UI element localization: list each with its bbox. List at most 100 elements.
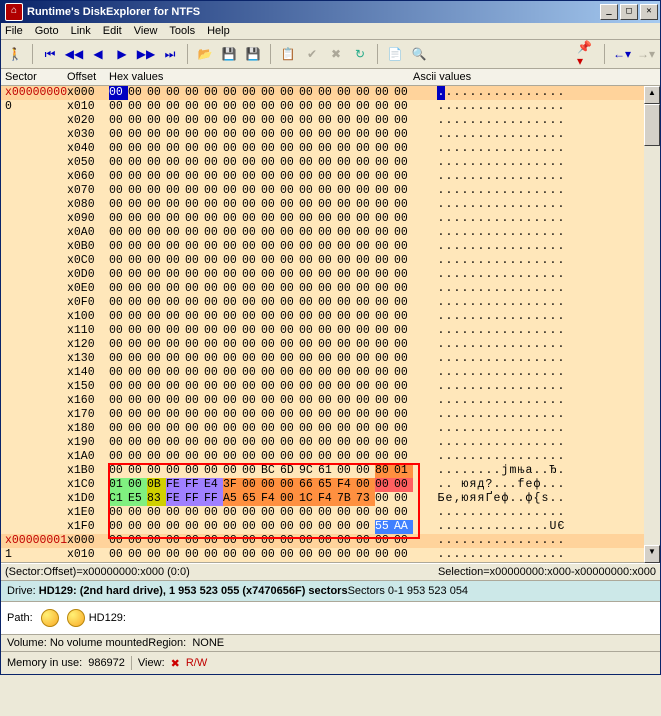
ascii-char[interactable]: .	[469, 128, 477, 142]
ascii-char[interactable]: .	[533, 156, 541, 170]
hex-byte[interactable]: 00	[185, 254, 204, 268]
ascii-bytes[interactable]: ................	[413, 184, 660, 198]
ascii-char[interactable]: .	[445, 366, 453, 380]
hex-byte[interactable]: 00	[318, 170, 337, 184]
ascii-char[interactable]: .	[437, 506, 445, 520]
ascii-char[interactable]: .	[541, 296, 549, 310]
ascii-char[interactable]: .	[533, 464, 541, 478]
ascii-char[interactable]: .	[533, 128, 541, 142]
hex-byte[interactable]: 00	[337, 338, 356, 352]
ascii-char[interactable]: .	[501, 142, 509, 156]
hex-byte[interactable]: 65	[242, 492, 261, 506]
ascii-char[interactable]: .	[445, 156, 453, 170]
hex-byte[interactable]: 00	[299, 436, 318, 450]
hex-byte[interactable]: 00	[204, 268, 223, 282]
vertical-scrollbar[interactable]: ▲ ▼	[644, 86, 660, 563]
ascii-char[interactable]: .	[437, 310, 445, 324]
ascii-bytes[interactable]: ................	[413, 506, 660, 520]
hex-byte[interactable]: 00	[185, 506, 204, 520]
ascii-bytes[interactable]: ................	[413, 170, 660, 184]
hex-byte[interactable]: 00	[204, 254, 223, 268]
hex-byte[interactable]: 00	[356, 282, 375, 296]
hex-byte[interactable]: 00	[356, 212, 375, 226]
ascii-char[interactable]: .	[453, 324, 461, 338]
hex-byte[interactable]: 00	[375, 86, 394, 100]
hex-byte[interactable]: 00	[394, 170, 413, 184]
hex-byte[interactable]: 00	[299, 394, 318, 408]
ascii-char[interactable]: .	[517, 422, 525, 436]
hex-byte[interactable]: 00	[109, 338, 128, 352]
hex-byte[interactable]: 00	[242, 100, 261, 114]
ascii-char[interactable]: .	[509, 198, 517, 212]
ascii-char[interactable]: .	[437, 240, 445, 254]
hex-byte[interactable]: 00	[337, 394, 356, 408]
hex-row[interactable]: x0D000000000000000000000000000000000....…	[1, 268, 660, 282]
ascii-char[interactable]: .	[509, 478, 517, 492]
ascii-char[interactable]: .	[517, 534, 525, 548]
hex-byte[interactable]: 00	[204, 464, 223, 478]
ascii-char[interactable]: .	[525, 394, 533, 408]
ascii-char[interactable]: .	[469, 142, 477, 156]
hex-byte[interactable]: 00	[318, 394, 337, 408]
hex-byte[interactable]: 00	[166, 366, 185, 380]
ascii-char[interactable]: д	[477, 478, 485, 492]
hex-byte[interactable]: 00	[109, 226, 128, 240]
tool-fwd-icon[interactable]: ▶	[112, 44, 132, 64]
ascii-char[interactable]: .	[509, 310, 517, 324]
ascii-char[interactable]: .	[445, 212, 453, 226]
ascii-char[interactable]: .	[501, 170, 509, 184]
ascii-char[interactable]: .	[445, 352, 453, 366]
ascii-char[interactable]: .	[541, 324, 549, 338]
ascii-char[interactable]: .	[509, 142, 517, 156]
hex-byte[interactable]: 00	[261, 324, 280, 338]
ascii-char[interactable]: .	[501, 366, 509, 380]
ascii-char[interactable]: .	[525, 212, 533, 226]
ascii-char[interactable]: .	[461, 450, 469, 464]
hex-byte[interactable]: AA	[394, 520, 413, 534]
ascii-char[interactable]: .	[485, 100, 493, 114]
ascii-char[interactable]: .	[437, 128, 445, 142]
hex-byte[interactable]: 00	[128, 198, 147, 212]
hex-byte[interactable]: 00	[394, 128, 413, 142]
hex-byte[interactable]: 00	[185, 268, 204, 282]
ascii-char[interactable]: Б	[437, 492, 445, 506]
hex-byte[interactable]: 00	[147, 324, 166, 338]
hex-row[interactable]: x07000000000000000000000000000000000....…	[1, 184, 660, 198]
ascii-char[interactable]: .	[525, 156, 533, 170]
ascii-char[interactable]: m	[509, 464, 517, 478]
ascii-char[interactable]: .	[445, 296, 453, 310]
hex-row[interactable]: x02000000000000000000000000000000000....…	[1, 114, 660, 128]
hex-byte[interactable]: 00	[185, 86, 204, 100]
ascii-bytes[interactable]: ................	[413, 366, 660, 380]
tool-refresh-icon[interactable]: ↻	[350, 44, 370, 64]
hex-byte[interactable]: 00	[128, 422, 147, 436]
ascii-char[interactable]: .	[541, 506, 549, 520]
ascii-char[interactable]: .	[445, 184, 453, 198]
hex-byte[interactable]: 00	[375, 548, 394, 562]
hex-byte[interactable]: 00	[299, 520, 318, 534]
hex-byte[interactable]: 00	[166, 100, 185, 114]
hex-byte[interactable]: 00	[394, 394, 413, 408]
ascii-char[interactable]: .	[437, 86, 445, 100]
hex-byte[interactable]: 00	[356, 408, 375, 422]
hex-byte[interactable]: 00	[337, 534, 356, 548]
hex-byte[interactable]: 00	[280, 212, 299, 226]
ascii-char[interactable]: .	[445, 198, 453, 212]
hex-byte[interactable]: 00	[356, 254, 375, 268]
hex-bytes[interactable]: 00000000000000000000000000000000	[109, 170, 413, 184]
ascii-char[interactable]: .	[525, 520, 533, 534]
hex-byte[interactable]: 00	[261, 212, 280, 226]
hex-byte[interactable]: 00	[337, 520, 356, 534]
ascii-char[interactable]: .	[509, 156, 517, 170]
ascii-bytes[interactable]: ................	[413, 324, 660, 338]
ascii-char[interactable]: .	[549, 450, 557, 464]
ascii-char[interactable]: .	[477, 324, 485, 338]
ascii-char[interactable]: .	[437, 142, 445, 156]
ascii-char[interactable]: .	[485, 212, 493, 226]
hex-byte[interactable]: 00	[147, 86, 166, 100]
ascii-char[interactable]: .	[533, 282, 541, 296]
ascii-bytes[interactable]: ................	[413, 422, 660, 436]
hex-byte[interactable]: BC	[261, 464, 280, 478]
hex-byte[interactable]: 00	[394, 296, 413, 310]
ascii-char[interactable]: .	[469, 268, 477, 282]
